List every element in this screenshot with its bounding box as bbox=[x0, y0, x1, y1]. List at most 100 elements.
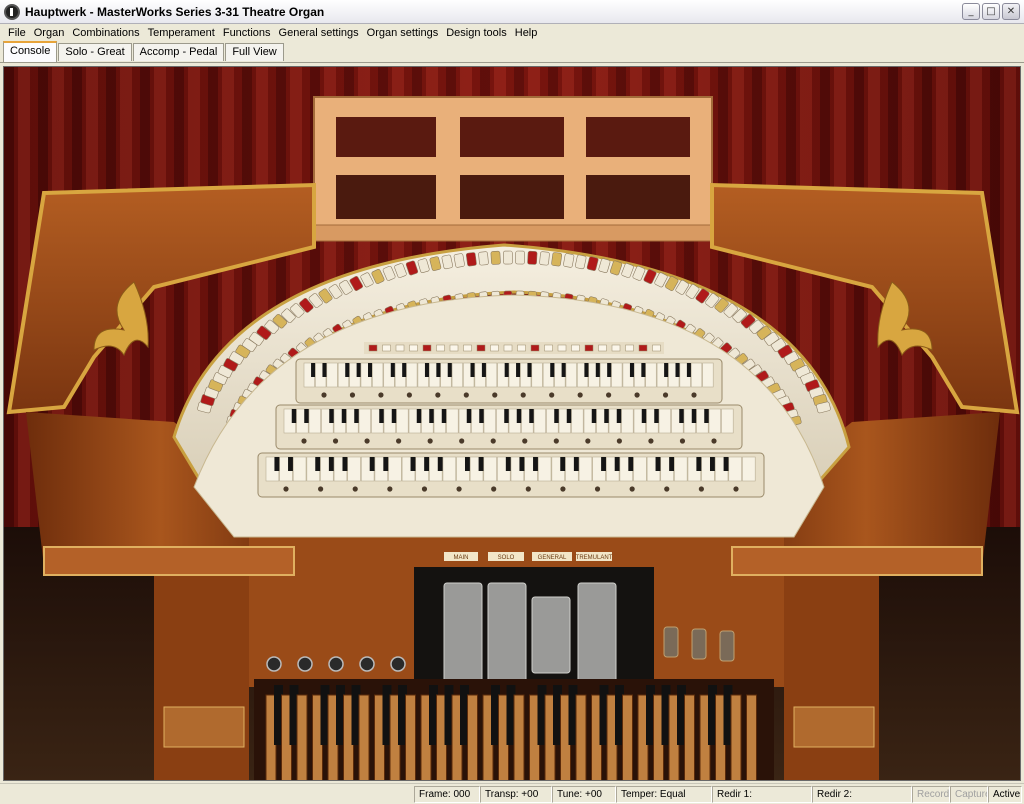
stop-tab[interactable] bbox=[490, 250, 501, 265]
thumb-piston[interactable] bbox=[584, 344, 594, 352]
swell-shoe[interactable] bbox=[577, 582, 617, 686]
toe-stud[interactable] bbox=[266, 656, 282, 672]
thumb-piston[interactable] bbox=[382, 344, 391, 352]
white-key[interactable] bbox=[483, 456, 497, 482]
white-key[interactable] bbox=[565, 362, 577, 388]
combination-piston[interactable] bbox=[629, 486, 635, 492]
white-key[interactable] bbox=[451, 362, 463, 388]
combination-piston[interactable] bbox=[427, 438, 433, 444]
combination-piston[interactable] bbox=[435, 392, 441, 398]
stop-tab[interactable] bbox=[563, 253, 575, 268]
combination-piston[interactable] bbox=[349, 392, 356, 398]
toe-stud[interactable] bbox=[390, 656, 406, 672]
combination-piston[interactable] bbox=[492, 392, 498, 398]
thumb-piston[interactable] bbox=[490, 344, 499, 352]
white-key[interactable] bbox=[571, 408, 584, 434]
thumb-piston[interactable] bbox=[625, 344, 634, 352]
combination-piston[interactable] bbox=[456, 486, 462, 492]
toe-stud[interactable] bbox=[328, 656, 344, 672]
thumb-piston[interactable] bbox=[530, 344, 540, 352]
white-key[interactable] bbox=[308, 408, 321, 434]
white-key[interactable] bbox=[721, 408, 734, 434]
swell-shoe[interactable] bbox=[443, 582, 483, 686]
status-record[interactable]: Record bbox=[912, 786, 950, 803]
combination-piston[interactable] bbox=[585, 438, 591, 444]
combination-piston[interactable] bbox=[662, 392, 669, 398]
status-capture[interactable]: Capture bbox=[950, 786, 988, 803]
combination-piston[interactable] bbox=[634, 392, 640, 398]
stop-tab[interactable] bbox=[453, 253, 465, 268]
white-key[interactable] bbox=[358, 408, 371, 434]
combination-piston[interactable] bbox=[406, 392, 412, 398]
white-key[interactable] bbox=[483, 408, 496, 434]
combination-piston[interactable] bbox=[549, 392, 555, 398]
combination-piston[interactable] bbox=[459, 438, 465, 444]
toe-lever[interactable] bbox=[663, 626, 679, 658]
stop-tab[interactable] bbox=[551, 252, 563, 267]
thumb-piston[interactable] bbox=[638, 344, 648, 352]
combination-piston[interactable] bbox=[352, 486, 358, 492]
stop-tab[interactable] bbox=[478, 251, 489, 266]
pedal-key[interactable] bbox=[730, 694, 742, 781]
combination-piston[interactable] bbox=[553, 438, 559, 444]
white-key[interactable] bbox=[645, 362, 657, 388]
combination-piston[interactable] bbox=[577, 392, 583, 398]
thumb-piston[interactable] bbox=[422, 344, 432, 352]
combination-piston[interactable] bbox=[332, 438, 339, 444]
tab-accomp-pedal[interactable]: Accomp - Pedal bbox=[132, 43, 225, 61]
thumb-piston[interactable] bbox=[436, 344, 445, 352]
thumb-piston[interactable] bbox=[544, 344, 553, 352]
white-key[interactable] bbox=[406, 362, 418, 388]
thumb-piston[interactable] bbox=[611, 344, 621, 352]
combination-piston[interactable] bbox=[301, 438, 307, 444]
white-key[interactable] bbox=[533, 408, 546, 434]
thumb-piston[interactable] bbox=[517, 344, 526, 352]
white-key[interactable] bbox=[742, 456, 756, 482]
white-key[interactable] bbox=[396, 408, 409, 434]
minimize-button[interactable]: _ bbox=[962, 3, 980, 20]
menu-design-tools[interactable]: Design tools bbox=[442, 27, 511, 39]
combination-piston[interactable] bbox=[648, 438, 654, 444]
combination-piston[interactable] bbox=[421, 486, 428, 492]
white-key[interactable] bbox=[326, 362, 338, 388]
combination-piston[interactable] bbox=[520, 392, 526, 398]
menu-organ-settings[interactable]: Organ settings bbox=[363, 27, 443, 39]
combination-piston[interactable] bbox=[463, 392, 469, 398]
pedal-key[interactable] bbox=[358, 694, 370, 781]
white-key[interactable] bbox=[728, 456, 742, 482]
white-key[interactable] bbox=[578, 456, 593, 482]
thumb-piston[interactable] bbox=[449, 344, 459, 352]
combination-piston[interactable] bbox=[525, 486, 531, 492]
white-key[interactable] bbox=[446, 408, 459, 434]
thumb-piston[interactable] bbox=[598, 344, 607, 352]
toe-lever[interactable] bbox=[719, 630, 735, 662]
white-key[interactable] bbox=[442, 456, 457, 482]
pedal-key[interactable] bbox=[746, 694, 757, 781]
toe-lever[interactable] bbox=[691, 628, 707, 660]
white-key[interactable] bbox=[621, 408, 634, 434]
thumb-piston[interactable] bbox=[476, 344, 486, 352]
thumb-piston[interactable] bbox=[395, 344, 405, 352]
pedal-key[interactable] bbox=[513, 694, 525, 781]
combination-piston[interactable] bbox=[283, 486, 289, 492]
white-key[interactable] bbox=[531, 362, 543, 388]
white-key[interactable] bbox=[537, 456, 552, 482]
combination-piston[interactable] bbox=[691, 392, 697, 398]
swell-shoe[interactable] bbox=[531, 596, 571, 674]
close-button[interactable]: ✕ bbox=[1002, 3, 1020, 20]
thumb-piston[interactable] bbox=[368, 344, 378, 352]
combination-piston[interactable] bbox=[490, 438, 496, 444]
white-key[interactable] bbox=[611, 362, 623, 388]
combination-piston[interactable] bbox=[711, 438, 717, 444]
tab-full-view[interactable]: Full View bbox=[225, 43, 284, 61]
white-key[interactable] bbox=[388, 456, 402, 482]
stop-tab[interactable] bbox=[503, 250, 513, 265]
toe-stud[interactable] bbox=[297, 656, 313, 672]
combination-piston[interactable] bbox=[664, 486, 670, 492]
pedal-key[interactable] bbox=[405, 694, 416, 781]
white-key[interactable] bbox=[372, 362, 384, 388]
white-key[interactable] bbox=[658, 408, 671, 434]
stop-tab[interactable] bbox=[515, 250, 525, 265]
pedal-key[interactable] bbox=[622, 694, 633, 781]
pedal-key[interactable] bbox=[296, 694, 308, 781]
